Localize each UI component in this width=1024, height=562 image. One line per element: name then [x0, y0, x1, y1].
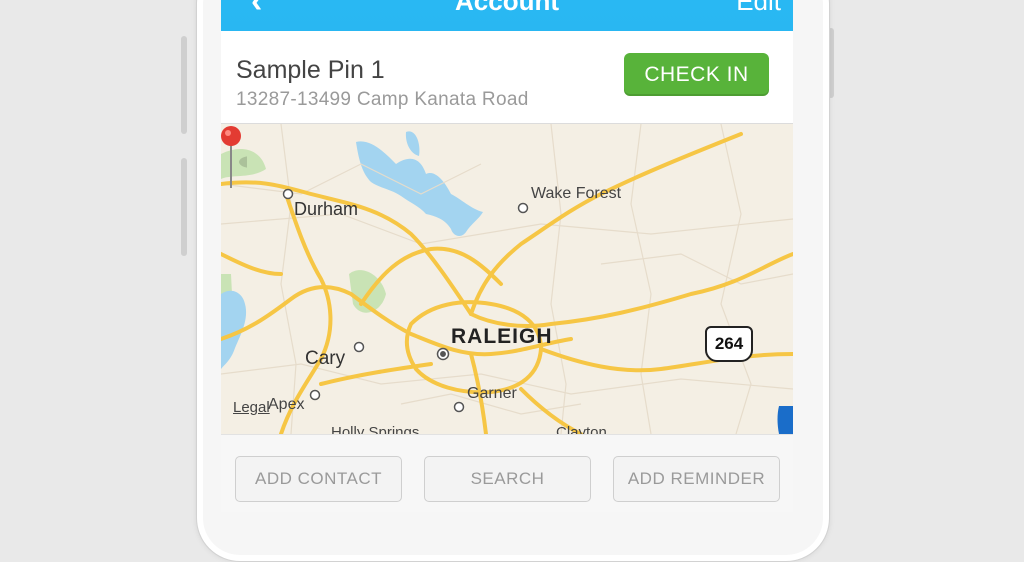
pin-address: 13287-13499 Camp Kanata Road: [236, 89, 529, 110]
map-label-holly-springs: Holly Springs: [331, 424, 420, 434]
lake: [405, 131, 420, 156]
map-label-clayton: Clayton: [556, 424, 607, 434]
map-view[interactable]: Durham Wake Forest RALEIGH Cary Garner A…: [221, 124, 793, 434]
check-in-button[interactable]: CHECK IN: [624, 53, 769, 96]
map-pin-icon[interactable]: [221, 124, 247, 190]
legal-link[interactable]: Legal: [233, 399, 270, 416]
highway-264-shield: 264: [705, 326, 753, 362]
add-contact-button[interactable]: ADD CONTACT: [235, 456, 402, 502]
interstate-shield-icon: [777, 406, 793, 434]
map-label-garner: Garner: [467, 385, 517, 402]
search-button[interactable]: SEARCH: [424, 456, 591, 502]
pin-name: Sample Pin 1: [236, 56, 385, 84]
volume-up-button: [181, 36, 187, 134]
lake: [356, 141, 483, 236]
action-toolbar: ADD CONTACT SEARCH ADD REMINDER: [221, 434, 793, 512]
map-label-cary: Cary: [305, 348, 346, 369]
add-reminder-button[interactable]: ADD REMINDER: [613, 456, 780, 502]
navigation-bar: ‹ Account Edit: [221, 0, 793, 31]
city-markers: [282, 188, 529, 413]
map-label-wake-forest: Wake Forest: [531, 185, 622, 202]
app-screen: ‹ Account Edit Sample Pin 1 13287-13499 …: [221, 0, 793, 512]
map-label-durham: Durham: [294, 199, 359, 219]
map-label-raleigh: RALEIGH: [451, 325, 553, 348]
map-label-apex: Apex: [268, 396, 305, 413]
volume-down-button: [181, 158, 187, 256]
edit-button[interactable]: Edit: [736, 0, 781, 17]
pin-header: Sample Pin 1 13287-13499 Camp Kanata Roa…: [221, 31, 793, 124]
nav-title: Account: [455, 0, 559, 16]
